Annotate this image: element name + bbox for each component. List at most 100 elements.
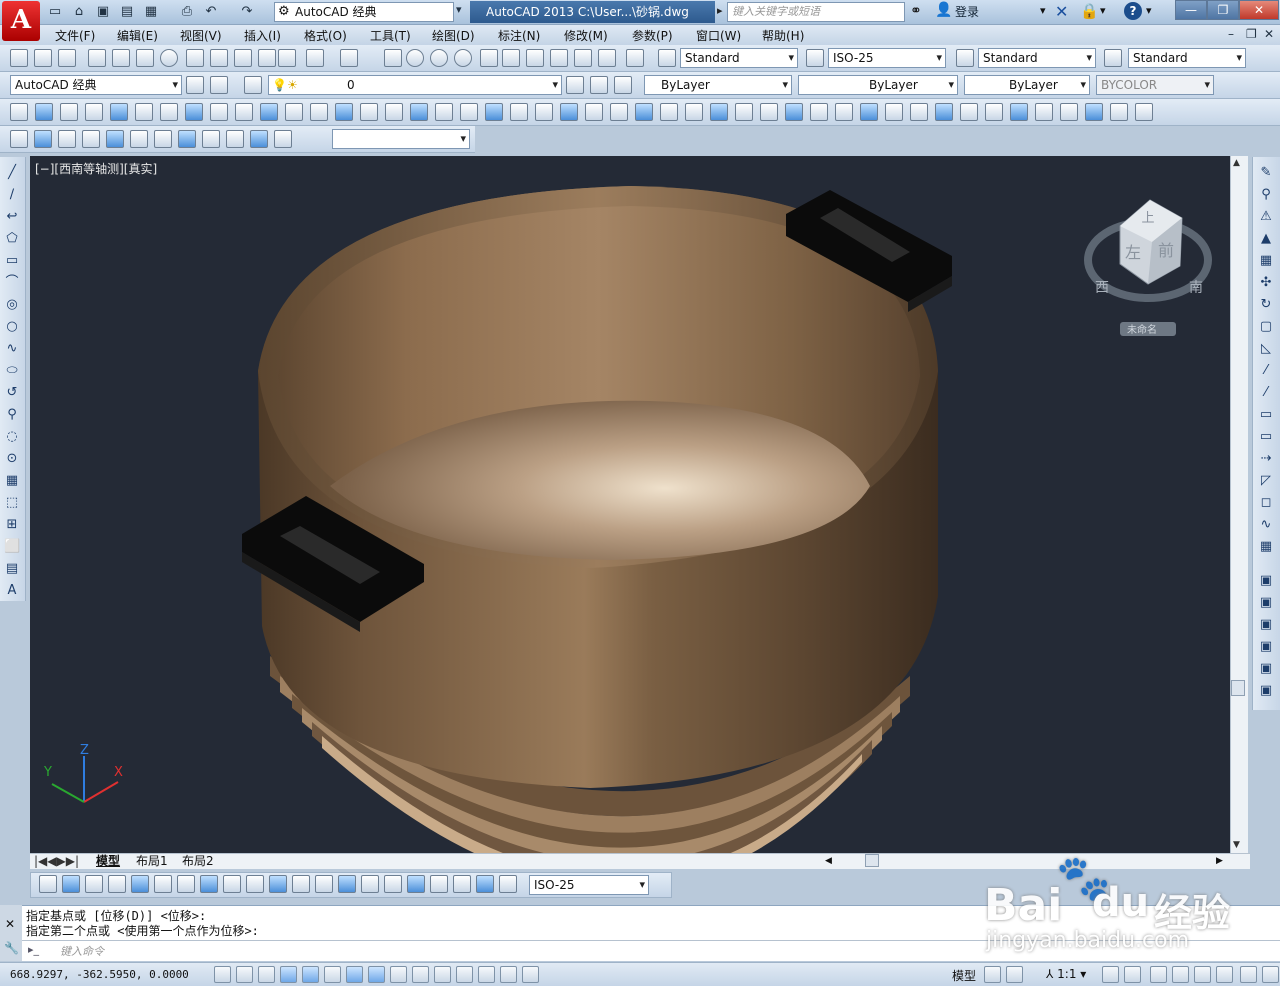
modeling-tool-icon[interactable] bbox=[610, 103, 628, 121]
open-icon[interactable]: ⌂ bbox=[70, 3, 88, 21]
menu-window[interactable]: 窗口(W) bbox=[696, 27, 741, 44]
visual-style-tool-icon[interactable] bbox=[130, 130, 148, 148]
undo-icon[interactable]: ↶ bbox=[202, 3, 220, 21]
dimension-tool-icon[interactable] bbox=[154, 875, 172, 893]
zoom-previous-icon[interactable] bbox=[454, 49, 472, 67]
status-toggle-button[interactable] bbox=[236, 966, 253, 983]
modeling-tool-icon[interactable] bbox=[535, 103, 553, 121]
modeling-tool-icon[interactable] bbox=[10, 103, 28, 121]
draw-tool-icon[interactable]: ⬭ bbox=[4, 363, 20, 379]
modeling-tool-icon[interactable] bbox=[485, 103, 503, 121]
draw-tool-icon[interactable]: ⌒ bbox=[4, 275, 20, 291]
dim-style-icon[interactable] bbox=[806, 49, 824, 67]
visual-style-tool-icon[interactable] bbox=[10, 130, 28, 148]
draw-tool-icon[interactable]: ⊙ bbox=[4, 451, 20, 467]
print-icon[interactable]: ⎙ bbox=[178, 3, 196, 21]
modify-tool-icon[interactable]: ▦ bbox=[1258, 539, 1274, 555]
preview-icon[interactable] bbox=[112, 49, 130, 67]
modeling-tool-icon[interactable] bbox=[260, 103, 278, 121]
3d-dwf-icon[interactable] bbox=[160, 49, 178, 67]
modeling-tool-icon[interactable] bbox=[885, 103, 903, 121]
doc-close-icon[interactable]: ✕ bbox=[1264, 27, 1274, 41]
visual-style-tool-icon[interactable] bbox=[274, 130, 292, 148]
modify-tool-icon[interactable]: ▲ bbox=[1258, 231, 1274, 247]
visual-style-tool-icon[interactable] bbox=[154, 130, 172, 148]
viewcube-top-face[interactable]: 上 bbox=[1141, 211, 1154, 226]
modeling-tool-icon[interactable] bbox=[860, 103, 878, 121]
status-toggle-button[interactable] bbox=[1006, 966, 1023, 983]
exchange-icon[interactable]: ✕ bbox=[1055, 2, 1068, 21]
dimension-tool-icon[interactable] bbox=[39, 875, 57, 893]
modeling-tool-icon[interactable] bbox=[1060, 103, 1078, 121]
help-dropdown-icon[interactable]: ▾ bbox=[1146, 4, 1152, 17]
draw-tool-icon[interactable]: ↩ bbox=[4, 209, 20, 225]
command-close-icon[interactable]: ✕ bbox=[5, 917, 15, 931]
draw-tool-icon[interactable]: ◌ bbox=[4, 429, 20, 445]
status-toggle-button[interactable] bbox=[1172, 966, 1189, 983]
save-file-icon[interactable] bbox=[58, 49, 76, 67]
scroll-up-icon[interactable]: ▲ bbox=[1233, 158, 1240, 168]
table-style-icon[interactable] bbox=[956, 49, 974, 67]
dimension-tool-icon[interactable] bbox=[85, 875, 103, 893]
draw-order-icon[interactable]: ▣ bbox=[1258, 617, 1274, 633]
menu-dimension[interactable]: 标注(N) bbox=[498, 27, 540, 44]
hscroll-left-icon[interactable]: ◀ bbox=[825, 854, 832, 869]
visual-style-tool-icon[interactable] bbox=[202, 130, 220, 148]
status-toggle-button[interactable] bbox=[984, 966, 1001, 983]
dimension-tool-icon[interactable] bbox=[384, 875, 402, 893]
modeling-tool-icon[interactable] bbox=[160, 103, 178, 121]
vertical-scroll-thumb[interactable] bbox=[1231, 680, 1245, 696]
status-toggle-button[interactable] bbox=[214, 966, 231, 983]
menu-edit[interactable]: 编辑(E) bbox=[117, 27, 158, 44]
modeling-tool-icon[interactable] bbox=[435, 103, 453, 121]
modeling-tool-icon[interactable] bbox=[1035, 103, 1053, 121]
new-icon[interactable]: ▭ bbox=[46, 3, 64, 21]
dimension-tool-icon[interactable] bbox=[62, 875, 80, 893]
modify-tool-icon[interactable]: ∿ bbox=[1258, 517, 1274, 533]
dimension-tool-icon[interactable] bbox=[108, 875, 126, 893]
copy-icon[interactable] bbox=[210, 49, 228, 67]
wrench-icon[interactable]: 🔧 bbox=[4, 941, 19, 955]
modeling-tool-icon[interactable] bbox=[685, 103, 703, 121]
status-toggle-button[interactable] bbox=[368, 966, 385, 983]
draw-order-icon[interactable]: ▣ bbox=[1258, 683, 1274, 699]
viewcube[interactable]: 上 左 前 西 南 未命名 bbox=[1084, 199, 1212, 336]
draw-tool-icon[interactable]: ▦ bbox=[4, 473, 20, 489]
modeling-tool-icon[interactable] bbox=[285, 103, 303, 121]
publish-icon[interactable] bbox=[136, 49, 154, 67]
status-toggle-button[interactable] bbox=[346, 966, 363, 983]
app-menu-button[interactable]: A bbox=[2, 1, 40, 41]
quickcalc-icon[interactable] bbox=[598, 49, 616, 67]
mleader-style-select[interactable]: Standard bbox=[1128, 48, 1246, 68]
menu-format[interactable]: 格式(O) bbox=[304, 27, 347, 44]
status-toggle-button[interactable] bbox=[500, 966, 517, 983]
named-view-select[interactable] bbox=[332, 129, 470, 149]
status-toggle-button[interactable] bbox=[478, 966, 495, 983]
modeling-tool-icon[interactable] bbox=[985, 103, 1003, 121]
modeling-tool-icon[interactable] bbox=[1010, 103, 1028, 121]
modify-tool-icon[interactable]: ⚠ bbox=[1258, 209, 1274, 225]
status-toggle-button[interactable] bbox=[434, 966, 451, 983]
annotation-scale[interactable]: ⅄ 1:1 ▾ bbox=[1046, 967, 1086, 981]
match-properties-icon[interactable] bbox=[258, 49, 276, 67]
qnew-icon[interactable] bbox=[10, 49, 28, 67]
modeling-tool-icon[interactable] bbox=[510, 103, 528, 121]
draw-tool-icon[interactable]: ↺ bbox=[4, 385, 20, 401]
draw-tool-icon[interactable]: ◎ bbox=[4, 297, 20, 313]
dimension-tool-icon[interactable] bbox=[361, 875, 379, 893]
modeling-tool-icon[interactable] bbox=[1110, 103, 1128, 121]
menu-help[interactable]: 帮助(H) bbox=[762, 27, 804, 44]
zoom-realtime-icon[interactable] bbox=[406, 49, 424, 67]
draw-tool-icon[interactable]: ⬚ bbox=[4, 495, 20, 511]
linetype-select[interactable]: ByLayer bbox=[798, 75, 958, 95]
dimension-tool-icon[interactable] bbox=[223, 875, 241, 893]
sheet-set-icon[interactable] bbox=[550, 49, 568, 67]
tab-first-icon[interactable]: |◀◀▶▶| bbox=[34, 854, 79, 869]
lock-dropdown-icon[interactable]: ▾ bbox=[1100, 4, 1106, 17]
modeling-tool-icon[interactable] bbox=[635, 103, 653, 121]
info-arrow-icon[interactable]: ▸ bbox=[717, 4, 723, 17]
modeling-tool-icon[interactable] bbox=[410, 103, 428, 121]
horizontal-scroll-thumb[interactable] bbox=[865, 854, 879, 867]
visual-style-tool-icon[interactable] bbox=[82, 130, 100, 148]
modify-tool-icon[interactable]: ◺ bbox=[1258, 341, 1274, 357]
